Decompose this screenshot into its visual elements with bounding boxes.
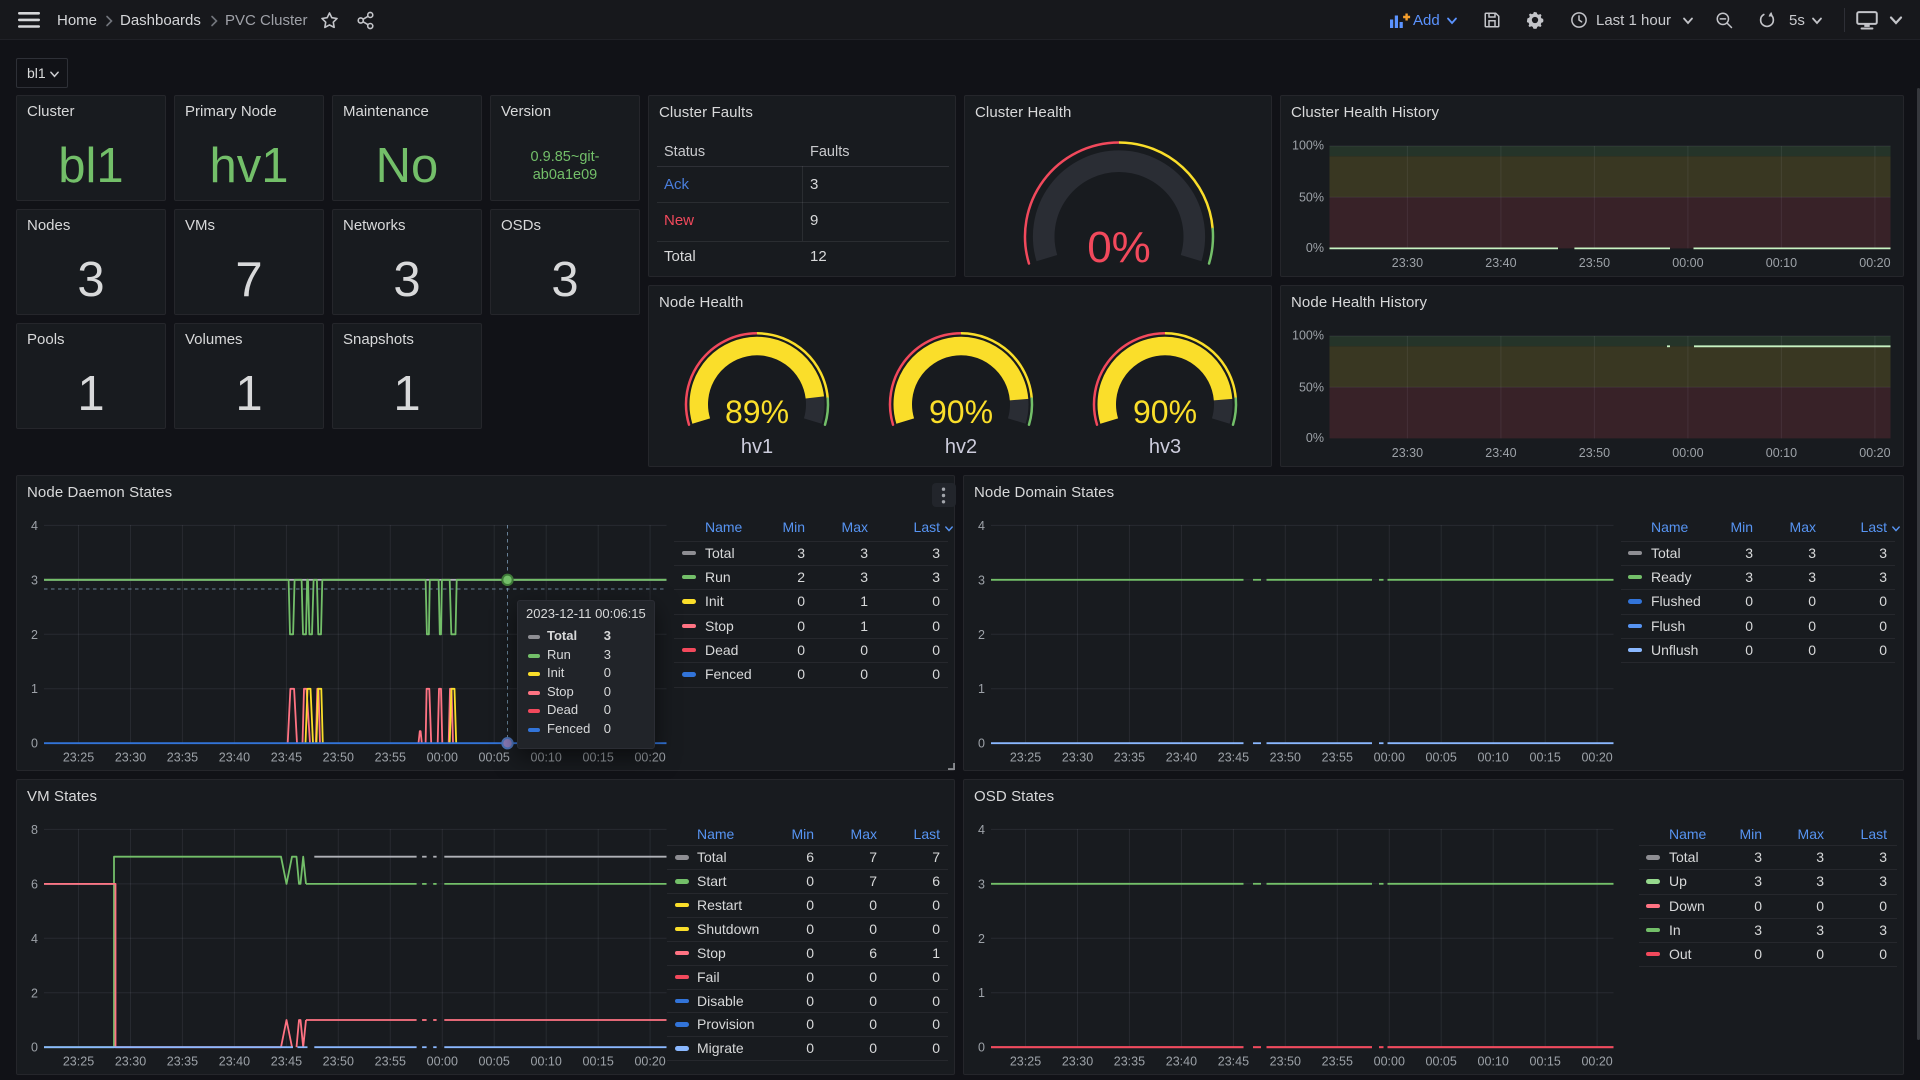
svg-text:1: 1: [978, 682, 985, 696]
svg-text:3: 3: [978, 573, 985, 587]
svg-text:23:50: 23:50: [1579, 446, 1610, 460]
svg-text:23:55: 23:55: [1322, 751, 1353, 765]
svg-text:2: 2: [978, 932, 985, 946]
svg-text:23:50: 23:50: [1270, 751, 1301, 765]
svg-text:00:10: 00:10: [531, 751, 562, 765]
svg-text:23:50: 23:50: [323, 1055, 354, 1069]
svg-text:23:30: 23:30: [1062, 1055, 1093, 1069]
svg-text:00:10: 00:10: [1478, 751, 1509, 765]
svg-text:1: 1: [978, 986, 985, 1000]
svg-text:00:05: 00:05: [479, 1055, 510, 1069]
svg-text:23:45: 23:45: [1218, 751, 1249, 765]
svg-text:23:25: 23:25: [63, 751, 94, 765]
svg-text:23:50: 23:50: [323, 751, 354, 765]
svg-text:2: 2: [978, 628, 985, 642]
svg-text:0%: 0%: [1306, 241, 1324, 255]
svg-text:23:30: 23:30: [1392, 256, 1423, 270]
svg-text:23:25: 23:25: [63, 1055, 94, 1069]
svg-text:00:05: 00:05: [1426, 1055, 1457, 1069]
svg-text:00:15: 00:15: [1530, 751, 1561, 765]
svg-text:00:00: 00:00: [427, 751, 458, 765]
svg-text:23:40: 23:40: [1485, 256, 1516, 270]
svg-text:23:40: 23:40: [219, 1055, 250, 1069]
svg-text:3: 3: [978, 877, 985, 891]
svg-text:00:10: 00:10: [1766, 446, 1797, 460]
svg-text:0: 0: [31, 1041, 38, 1055]
svg-text:00:15: 00:15: [1530, 1055, 1561, 1069]
svg-text:23:45: 23:45: [1218, 1055, 1249, 1069]
svg-text:1: 1: [31, 682, 38, 696]
svg-text:00:20: 00:20: [634, 1055, 665, 1069]
svg-text:23:40: 23:40: [1166, 1055, 1197, 1069]
svg-text:23:40: 23:40: [1166, 751, 1197, 765]
svg-text:4: 4: [31, 932, 38, 946]
svg-text:00:20: 00:20: [1859, 446, 1890, 460]
svg-text:100%: 100%: [1292, 138, 1324, 152]
svg-text:50%: 50%: [1299, 191, 1324, 205]
svg-text:4: 4: [31, 519, 38, 533]
svg-text:00:20: 00:20: [1581, 751, 1612, 765]
svg-text:23:25: 23:25: [1010, 1055, 1041, 1069]
svg-text:23:35: 23:35: [167, 1055, 198, 1069]
svg-text:00:15: 00:15: [583, 751, 614, 765]
svg-text:23:30: 23:30: [115, 1055, 146, 1069]
svg-text:23:50: 23:50: [1579, 256, 1610, 270]
svg-text:00:00: 00:00: [1672, 446, 1703, 460]
svg-text:0: 0: [31, 737, 38, 751]
svg-text:23:25: 23:25: [1010, 751, 1041, 765]
svg-text:2: 2: [31, 986, 38, 1000]
svg-text:23:35: 23:35: [1114, 751, 1145, 765]
svg-text:00:20: 00:20: [634, 751, 665, 765]
svg-text:23:50: 23:50: [1270, 1055, 1301, 1069]
svg-text:00:20: 00:20: [1581, 1055, 1612, 1069]
svg-text:23:30: 23:30: [115, 751, 146, 765]
svg-text:00:00: 00:00: [1374, 1055, 1405, 1069]
svg-text:00:00: 00:00: [427, 1055, 458, 1069]
svg-text:23:30: 23:30: [1062, 751, 1093, 765]
svg-text:23:55: 23:55: [375, 1055, 406, 1069]
svg-text:23:35: 23:35: [1114, 1055, 1145, 1069]
svg-text:23:40: 23:40: [219, 751, 250, 765]
svg-text:23:55: 23:55: [1322, 1055, 1353, 1069]
svg-text:4: 4: [978, 519, 985, 533]
svg-text:23:55: 23:55: [375, 751, 406, 765]
svg-text:23:45: 23:45: [271, 751, 302, 765]
svg-text:00:20: 00:20: [1859, 256, 1890, 270]
svg-text:4: 4: [978, 823, 985, 837]
svg-text:23:35: 23:35: [167, 751, 198, 765]
svg-text:8: 8: [31, 823, 38, 837]
svg-text:23:40: 23:40: [1485, 446, 1516, 460]
svg-text:23:30: 23:30: [1392, 446, 1423, 460]
svg-text:0: 0: [978, 1041, 985, 1055]
svg-text:23:45: 23:45: [271, 1055, 302, 1069]
svg-text:00:10: 00:10: [1766, 256, 1797, 270]
svg-text:0: 0: [978, 737, 985, 751]
svg-text:00:00: 00:00: [1672, 256, 1703, 270]
svg-text:6: 6: [31, 877, 38, 891]
svg-text:00:10: 00:10: [531, 1055, 562, 1069]
svg-text:00:05: 00:05: [1426, 751, 1457, 765]
svg-text:0%: 0%: [1306, 431, 1324, 445]
svg-text:00:05: 00:05: [479, 751, 510, 765]
svg-text:2: 2: [31, 628, 38, 642]
svg-text:50%: 50%: [1299, 381, 1324, 395]
svg-text:00:15: 00:15: [583, 1055, 614, 1069]
svg-text:3: 3: [31, 573, 38, 587]
svg-text:00:10: 00:10: [1478, 1055, 1509, 1069]
svg-text:100%: 100%: [1292, 328, 1324, 342]
svg-text:00:00: 00:00: [1374, 751, 1405, 765]
